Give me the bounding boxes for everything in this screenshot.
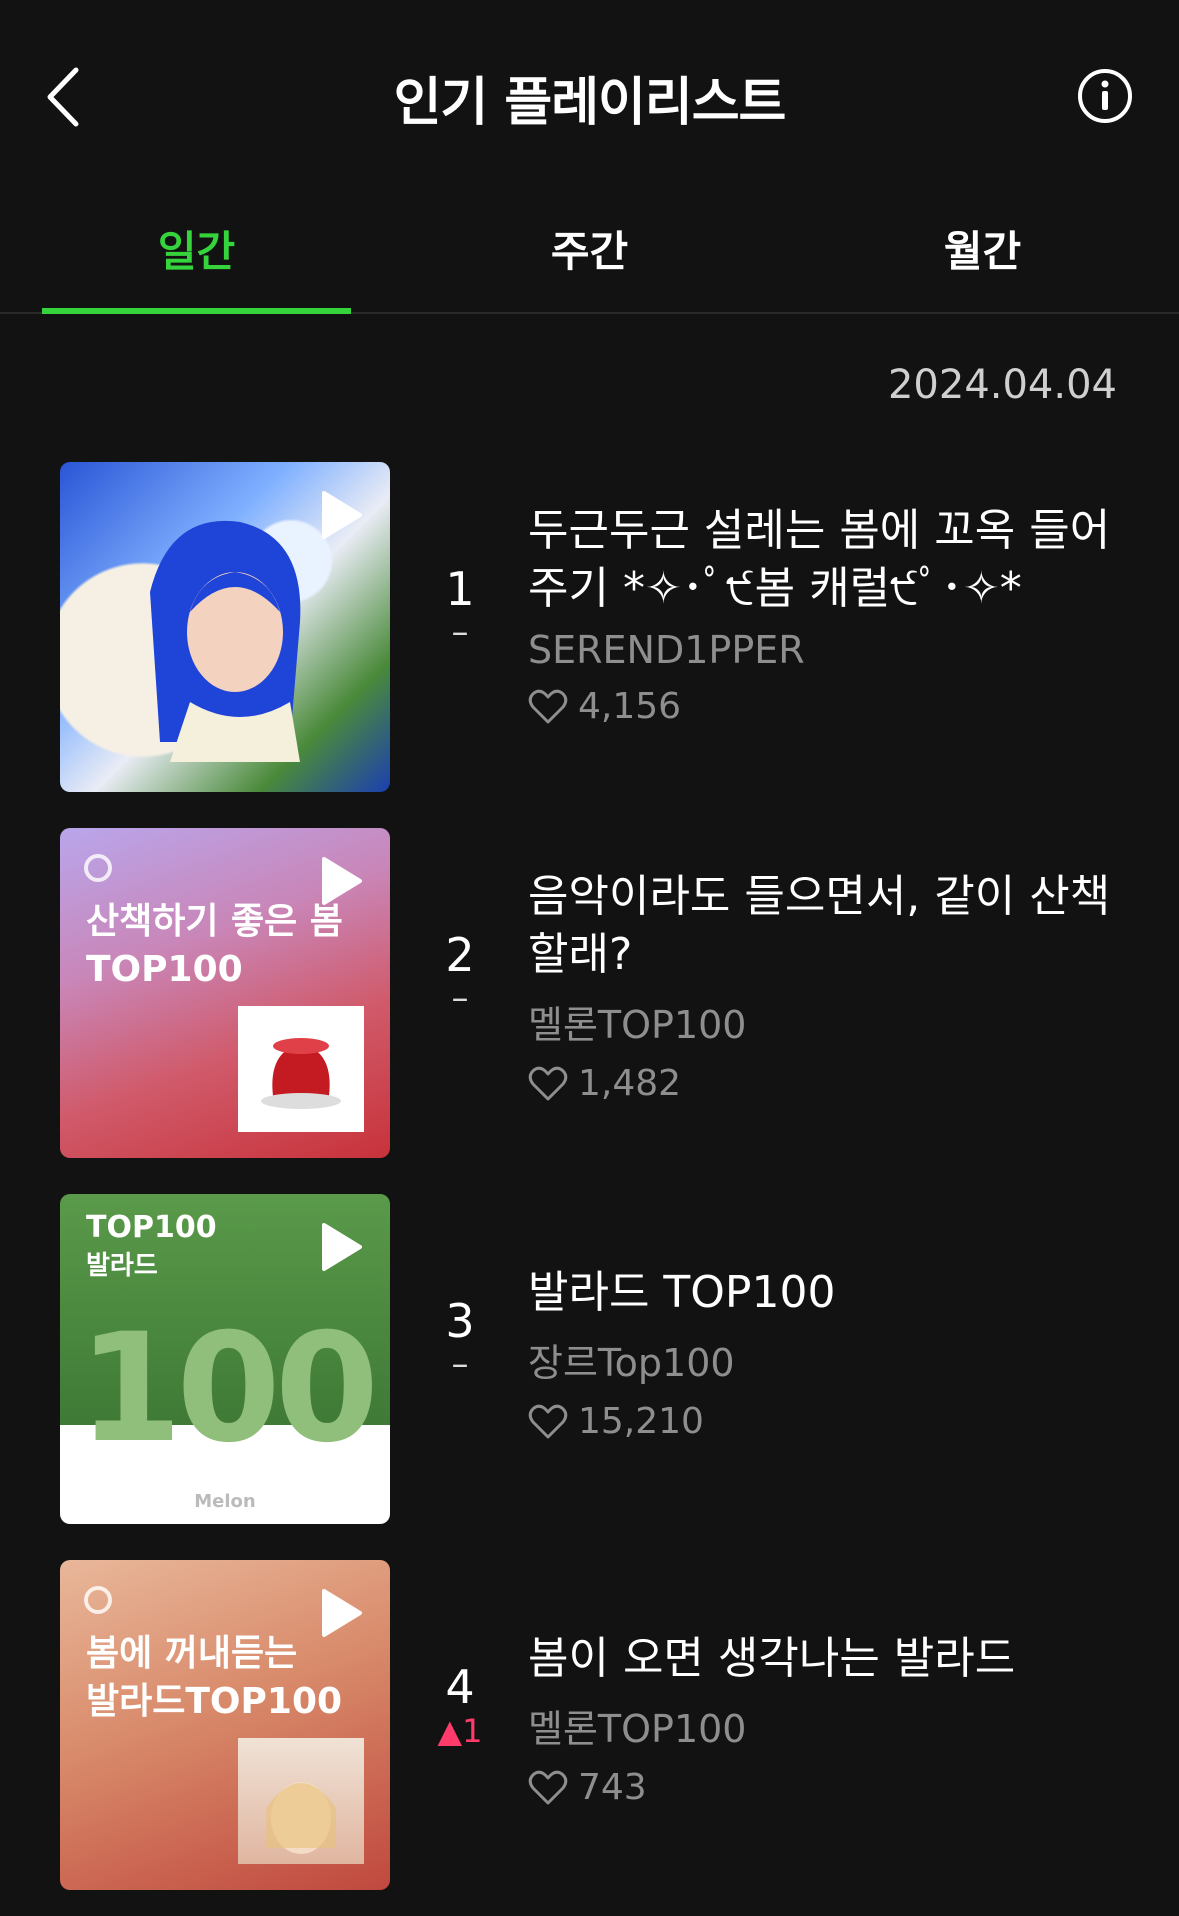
playlist-title: 발라드 TOP100: [528, 1267, 836, 1318]
play-icon[interactable]: [320, 490, 362, 540]
playlist-owner[interactable]: 멜론TOP100: [528, 1698, 1139, 1753]
melon-logo-icon: [84, 1586, 112, 1614]
cover-title: TOP100: [86, 1210, 217, 1245]
like-count: 1,482: [528, 1063, 1139, 1104]
like-count-value: 4,156: [578, 686, 682, 727]
playlist-cover: TOP100 발라드 100 Melon: [60, 1194, 390, 1524]
rank-number: 1: [445, 562, 475, 616]
period-tabs: 일간 주간 월간: [0, 190, 1179, 314]
heart-icon[interactable]: [528, 1066, 568, 1102]
melon-logo-text: Melon: [194, 1491, 256, 1512]
tab-monthly[interactable]: 월간: [786, 190, 1179, 312]
chart-date: 2024.04.04: [887, 362, 1117, 408]
playlist-cover: 봄에 꺼내듣는 발라드TOP100: [60, 1560, 390, 1890]
like-count: 4,156: [528, 686, 1139, 727]
cover-title: 산책하기 좋은 봄 TOP100: [86, 901, 343, 990]
melon-logo-icon: [84, 854, 112, 882]
playlist-info: 발라드 TOP100 장르Top100 15,210: [528, 1264, 1139, 1442]
like-count: 15,210: [528, 1401, 1139, 1442]
playlist-owner[interactable]: 장르Top100: [528, 1332, 1139, 1387]
playlist-owner[interactable]: 멜론TOP100: [528, 994, 1139, 1049]
rank-change: –: [451, 978, 469, 1018]
cover-big-number: 100: [78, 1302, 379, 1476]
playlist-item[interactable]: TOP100 발라드 100 Melon 3 – 발라드 TOP100 장르To…: [0, 1184, 1179, 1550]
playlist-item[interactable]: 봄에 꺼내듣는 발라드TOP100 4 ▲1 봄이 오면 생각나는 발라드 멜론…: [0, 1550, 1179, 1916]
playlist-item[interactable]: 1 – 두근두근 설레는 봄에 꼬옥 들어 주기 *✧･ﾟ੯봄 캐럴੯ﾟ･✧* …: [0, 452, 1179, 818]
playlist-info: 음악이라도 들으면서, 같이 산책할래? 멜론TOP100 1,482: [528, 868, 1139, 1104]
playlist-info: 두근두근 설레는 봄에 꼬옥 들어 주기 *✧･ﾟ੯봄 캐럴੯ﾟ･✧* SERE…: [528, 502, 1139, 727]
heart-icon[interactable]: [528, 689, 568, 725]
playlist-cover: 산책하기 좋은 봄 TOP100: [60, 828, 390, 1158]
playlist-title: 두근두근 설레는 봄에 꼬옥 들어 주기 *✧･ﾟ੯봄 캐럴੯ﾟ･✧*: [528, 505, 1111, 614]
playlist-list: 1 – 두근두근 설레는 봄에 꼬옥 들어 주기 *✧･ﾟ੯봄 캐럴੯ﾟ･✧* …: [0, 452, 1179, 1916]
tab-daily[interactable]: 일간: [0, 190, 393, 314]
info-icon[interactable]: [1077, 68, 1133, 124]
tab-weekly[interactable]: 주간: [393, 190, 786, 312]
playlist-cover: [60, 462, 390, 792]
rank-up-icon: ▲: [437, 1712, 463, 1750]
cover-album-art: [238, 1738, 364, 1864]
rank-number: 2: [445, 928, 475, 982]
rank-change: –: [451, 1344, 469, 1384]
playlist-info: 봄이 오면 생각나는 발라드 멜론TOP100 743: [528, 1630, 1139, 1808]
cover-artwork: [150, 520, 301, 762]
play-icon[interactable]: [320, 1588, 362, 1638]
like-count: 743: [528, 1767, 1139, 1808]
play-icon[interactable]: [320, 856, 362, 906]
heart-icon[interactable]: [528, 1770, 568, 1806]
rank-number: 4: [445, 1660, 475, 1714]
cover-title: 봄에 꺼내듣는 발라드TOP100: [86, 1633, 343, 1722]
cover-album-art: [238, 1006, 364, 1132]
playlist-item[interactable]: 산책하기 좋은 봄 TOP100 2 – 음악이라도 들으면서, 같이 산책할래…: [0, 818, 1179, 1184]
cover-subtitle: 발라드: [86, 1251, 158, 1281]
play-icon[interactable]: [320, 1222, 362, 1272]
rank-change-value: 1: [462, 1712, 483, 1750]
playlist-title: 봄이 오면 생각나는 발라드: [528, 1633, 1016, 1684]
heart-icon[interactable]: [528, 1404, 568, 1440]
like-count-value: 15,210: [578, 1401, 704, 1442]
page-title: 인기 플레이리스트: [393, 73, 787, 133]
rank-change: ▲1: [415, 1712, 505, 1750]
app-header: 인기 플레이리스트: [0, 0, 1179, 190]
rank-change: –: [451, 612, 469, 652]
rank-number: 3: [445, 1294, 475, 1348]
playlist-title: 음악이라도 들으면서, 같이 산책할래?: [528, 871, 1111, 980]
like-count-value: 743: [578, 1767, 647, 1808]
like-count-value: 1,482: [578, 1063, 682, 1104]
playlist-owner[interactable]: SEREND1PPER: [528, 628, 1139, 672]
